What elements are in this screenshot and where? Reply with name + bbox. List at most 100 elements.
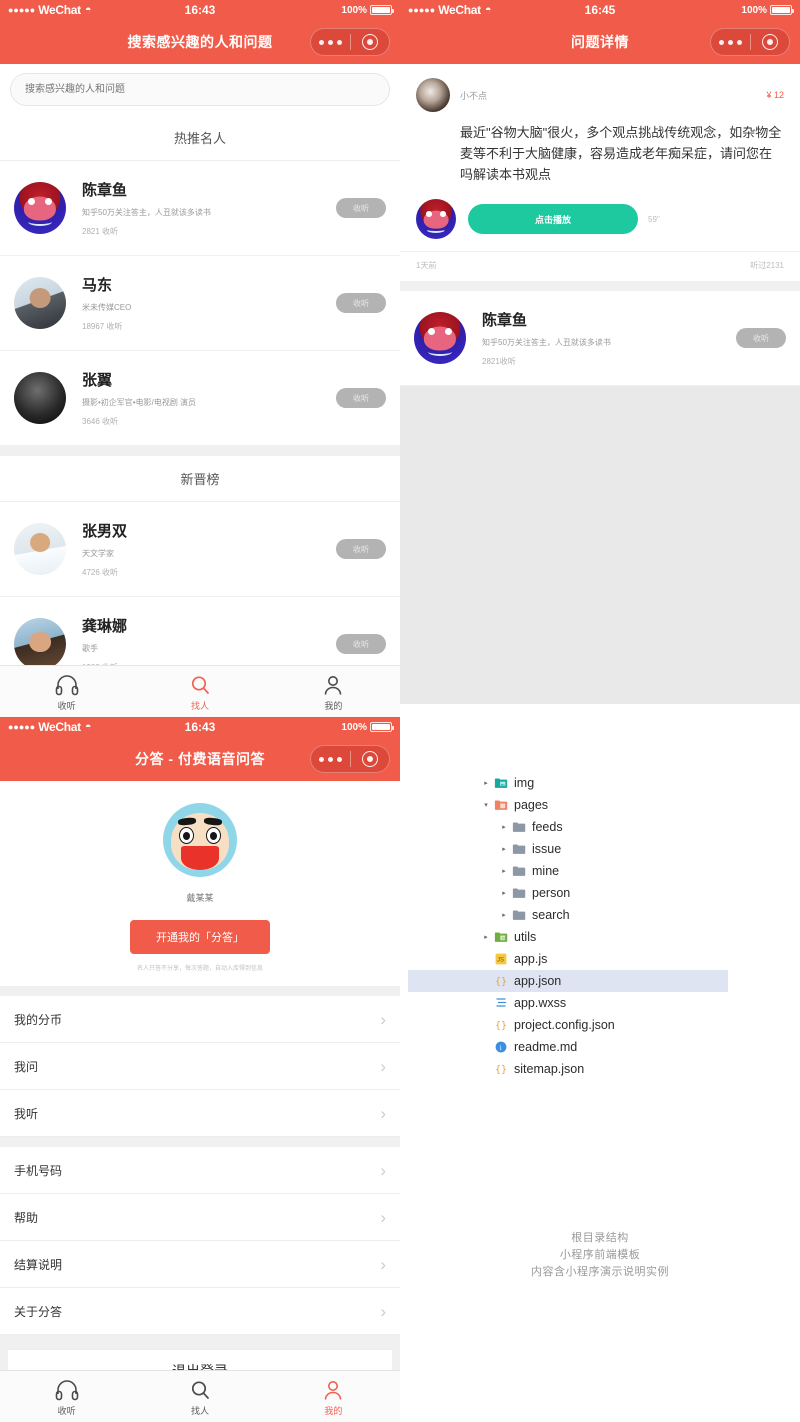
wechat-capsule-search[interactable]: [310, 28, 390, 56]
tab-mine[interactable]: 我的: [267, 672, 400, 712]
listen-button[interactable]: 收听: [336, 634, 386, 654]
avatar[interactable]: [163, 803, 237, 877]
responder-row[interactable]: 陈章鱼 知乎50万关注答主，人丑就该多读书 2821收听 收听: [400, 291, 800, 386]
tree-node-app-json[interactable]: {} app.json: [408, 970, 728, 992]
chevron-right-icon[interactable]: [480, 933, 492, 941]
tree-node-label: app.js: [514, 952, 548, 966]
menu-label: 结算说明: [14, 1257, 63, 1272]
close-target-icon[interactable]: [751, 34, 790, 50]
listen-button[interactable]: 收听: [336, 293, 386, 313]
tree-node-pages[interactable]: pages: [480, 794, 800, 816]
open-fenda-button[interactable]: 开通我的「分答」: [130, 920, 270, 954]
folder-icon: [510, 821, 528, 833]
status-bar-question: ●●●●● WeChat ◓ 16:45 100%: [400, 0, 800, 20]
listen-button[interactable]: 收听: [336, 539, 386, 559]
tree-node-app-js[interactable]: JS app.js: [480, 948, 800, 970]
tab-mine[interactable]: 我的: [267, 1377, 400, 1417]
menu-item-my-coins[interactable]: 我的分币 ›: [0, 996, 400, 1043]
price-badge: ¥ 12: [766, 90, 784, 100]
folder-img-icon: [492, 777, 510, 789]
person-info: 马东 米未传媒CEO 18967 收听: [66, 274, 336, 332]
more-icon[interactable]: [311, 756, 350, 762]
avatar: [14, 182, 66, 234]
menu-item-phone[interactable]: 手机号码 ›: [0, 1147, 400, 1194]
person-listen-count: 4726 收听: [82, 568, 119, 577]
listen-button[interactable]: 收听: [336, 198, 386, 218]
folder-icon: [510, 865, 528, 877]
close-target-icon[interactable]: [351, 34, 390, 50]
menu-item-my-questions[interactable]: 我问 ›: [0, 1043, 400, 1090]
listen-button[interactable]: 收听: [736, 328, 786, 349]
tree-node-label: img: [514, 776, 535, 790]
background-filler: [400, 386, 800, 704]
tabbar-mine: 收听 找人 我的: [0, 1370, 400, 1422]
more-icon[interactable]: [311, 39, 350, 45]
person-info: 张男双 天文学家 4726 收听: [66, 520, 336, 578]
chevron-right-icon[interactable]: [498, 845, 510, 853]
svg-text:i: i: [500, 1044, 502, 1052]
tree-node-app-wxss[interactable]: app.wxss: [480, 992, 800, 1014]
tab-label: 收听: [57, 700, 76, 711]
tab-listen[interactable]: 收听: [0, 672, 133, 712]
tree-node-readme-md[interactable]: i readme.md: [480, 1036, 800, 1058]
person-desc: 知乎50万关注答主，人丑就该多读书: [82, 208, 211, 217]
tree-node-search[interactable]: search: [480, 904, 800, 926]
chevron-right-icon: ›: [380, 1207, 386, 1227]
tab-find-people[interactable]: 找人: [133, 672, 266, 712]
tree-node-utils[interactable]: JS utils: [480, 926, 800, 948]
markdown-file-icon: i: [492, 1041, 510, 1053]
person-info: 张翼 摄影•初企军官•电影/电视剧 演员 3646 收听: [66, 369, 336, 427]
avatar: [414, 312, 466, 365]
menu-item-about[interactable]: 关于分答 ›: [0, 1288, 400, 1335]
tree-node-sitemap-json[interactable]: {} sitemap.json: [480, 1058, 800, 1080]
json-file-icon: {}: [492, 975, 510, 988]
tree-node-label: search: [532, 908, 570, 922]
menu-label: 手机号码: [14, 1163, 63, 1178]
tree-node-project-config-json[interactable]: {} project.config.json: [480, 1014, 800, 1036]
more-icon[interactable]: [711, 39, 750, 45]
folder-icon: [510, 843, 528, 855]
person-name: 张翼: [82, 372, 113, 389]
answer-row: 点击播放 59'': [400, 199, 800, 251]
wechat-capsule-question[interactable]: [710, 28, 790, 56]
person-icon: [321, 672, 345, 696]
person-desc: 天文学家: [82, 549, 114, 558]
file-tree: img pages feeds i: [400, 704, 800, 1080]
wechat-capsule-mine[interactable]: [310, 745, 390, 773]
play-answer-button[interactable]: 点击播放: [468, 204, 638, 235]
tab-listen[interactable]: 收听: [0, 1377, 133, 1417]
person-name: 陈章鱼: [82, 182, 128, 199]
tree-node-person[interactable]: person: [480, 882, 800, 904]
menu-item-settlement[interactable]: 结算说明 ›: [0, 1241, 400, 1288]
question-text: 最近"谷物大脑"很火，多个观点挑战传统观念，如杂物全麦等不利于大脑健康，容易造成…: [460, 125, 782, 183]
chevron-right-icon[interactable]: [498, 867, 510, 875]
person-row-zhangnanshuang[interactable]: 张男双 天文学家 4726 收听 收听: [0, 502, 400, 597]
person-name: 龚琳娜: [82, 618, 128, 635]
person-row-madong[interactable]: 马东 米未传媒CEO 18967 收听 收听: [0, 256, 400, 351]
tree-node-label: person: [532, 886, 571, 900]
svg-text:JS: JS: [501, 935, 506, 940]
search-input[interactable]: [10, 73, 390, 106]
chevron-right-icon[interactable]: [498, 911, 510, 919]
tree-node-label: utils: [514, 930, 537, 944]
svg-text:{}: {}: [495, 1021, 507, 1032]
person-desc: 歌手: [82, 644, 98, 653]
menu-item-my-listens[interactable]: 我听 ›: [0, 1090, 400, 1137]
menu-item-help[interactable]: 帮助 ›: [0, 1194, 400, 1241]
tree-node-mine[interactable]: mine: [480, 860, 800, 882]
caption-line-1: 根目录结构: [571, 1232, 629, 1244]
tree-node-feeds[interactable]: feeds: [480, 816, 800, 838]
chevron-right-icon[interactable]: [498, 889, 510, 897]
tree-node-img[interactable]: img: [480, 772, 800, 794]
person-row-zhangyi[interactable]: 张翼 摄影•初企军官•电影/电视剧 演员 3646 收听 收听: [0, 351, 400, 446]
listen-button[interactable]: 收听: [336, 388, 386, 408]
chevron-right-icon[interactable]: [480, 779, 492, 787]
person-row-chenzhangyu[interactable]: 陈章鱼 知乎50万关注答主，人丑就该多读书 2821 收听 收听: [0, 161, 400, 256]
chevron-down-icon[interactable]: [480, 801, 492, 809]
tab-label: 收听: [57, 1405, 76, 1416]
tree-node-issue[interactable]: issue: [480, 838, 800, 860]
screenshot-stage: ●●●●● WeChat ◓ 16:43 100% 搜索感兴趣的人和问题 热推名…: [0, 0, 800, 1422]
close-target-icon[interactable]: [351, 751, 390, 767]
chevron-right-icon[interactable]: [498, 823, 510, 831]
tab-find-people[interactable]: 找人: [133, 1377, 266, 1417]
